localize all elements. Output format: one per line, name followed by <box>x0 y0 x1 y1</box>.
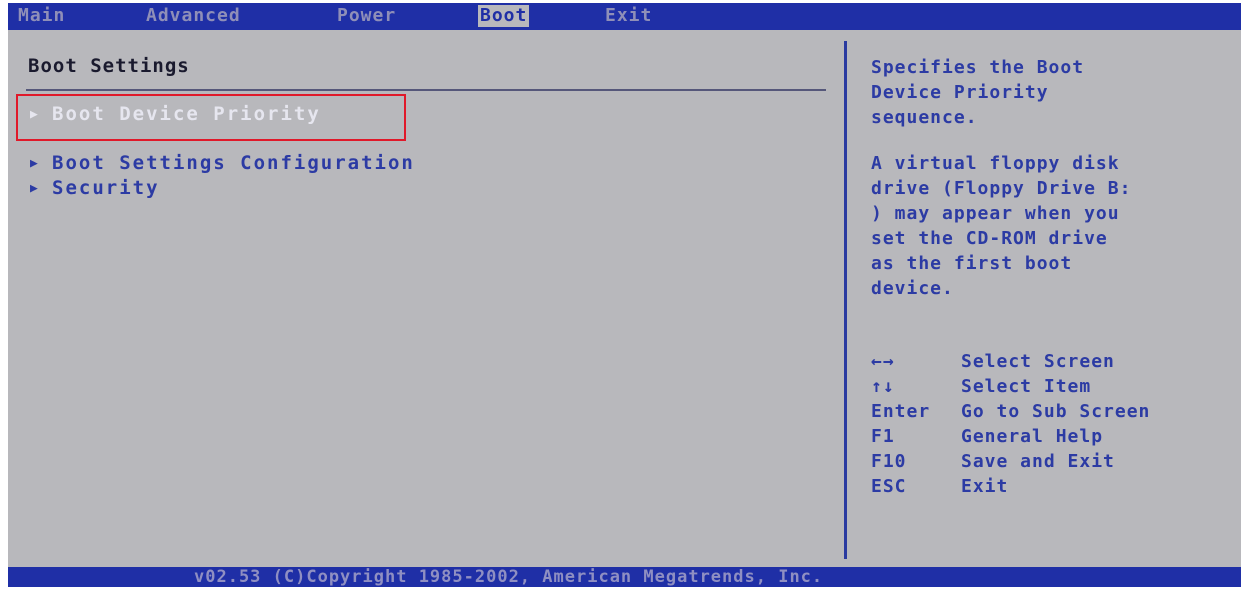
menu-exit[interactable]: Exit <box>605 5 652 27</box>
key-row: ←→ Select Screen <box>871 349 1150 374</box>
key-action: Exit <box>961 476 1009 497</box>
submenu-arrow-icon: ▶ <box>30 181 40 196</box>
option-label: Boot Settings Configuration <box>52 152 415 174</box>
key-row: Enter Go to Sub Screen <box>871 399 1150 424</box>
help-text-line: A virtual floppy disk <box>871 153 1120 174</box>
option-label: Boot Device Priority <box>52 103 321 125</box>
help-text-line: ) may appear when you <box>871 203 1120 224</box>
key-name: ↑↓ <box>871 376 895 397</box>
option-boot-device-priority[interactable]: ▶ Boot Device Priority <box>30 103 321 125</box>
help-text-line: device. <box>871 278 954 299</box>
page-title: Boot Settings <box>28 55 190 77</box>
key-action: General Help <box>961 426 1104 447</box>
key-legend: ←→ Select Screen ↑↓ Select Item Enter Go to… <box>871 349 1150 499</box>
help-text-line: sequence. <box>871 107 978 128</box>
key-row: ↑↓ Select Item <box>871 374 1150 399</box>
key-row: ESC Exit <box>871 474 1150 499</box>
menu-main[interactable]: Main <box>18 5 65 27</box>
panel-divider <box>844 41 847 559</box>
help-text-line: as the first boot <box>871 253 1073 274</box>
key-name: ←→ <box>871 351 895 372</box>
key-action: Select Screen <box>961 351 1115 372</box>
key-name: Enter <box>871 401 931 422</box>
option-label: Security <box>52 177 160 199</box>
submenu-arrow-icon: ▶ <box>30 156 40 171</box>
key-name: F10 <box>871 451 907 472</box>
key-action: Go to Sub Screen <box>961 401 1151 422</box>
key-row: F10 Save and Exit <box>871 449 1150 474</box>
help-text-line: Specifies the Boot <box>871 57 1085 78</box>
submenu-arrow-icon: ▶ <box>30 107 40 122</box>
help-description: Specifies the Boot Device Priority seque… <box>871 55 1084 130</box>
option-security[interactable]: ▶ Security <box>30 177 160 199</box>
menu-advanced[interactable]: Advanced <box>146 5 241 27</box>
key-action: Save and Exit <box>961 451 1115 472</box>
footer-bar: v02.53 (C)Copyright 1985-2002, American … <box>8 567 1241 587</box>
key-name: F1 <box>871 426 895 447</box>
title-separator <box>26 89 826 91</box>
help-text-line: Device Priority <box>871 82 1049 103</box>
menu-bar: Main Advanced Power Boot Exit <box>8 3 1241 30</box>
menu-power[interactable]: Power <box>337 5 396 27</box>
key-action: Select Item <box>961 376 1092 397</box>
bios-screen: Main Advanced Power Boot Exit Boot Setti… <box>8 3 1241 587</box>
copyright-text: v02.53 (C)Copyright 1985-2002, American … <box>194 567 824 587</box>
help-text-line: drive (Floppy Drive B: <box>871 178 1132 199</box>
key-row: F1 General Help <box>871 424 1150 449</box>
key-name: ESC <box>871 476 907 497</box>
option-boot-settings-configuration[interactable]: ▶ Boot Settings Configuration <box>30 152 415 174</box>
help-note: A virtual floppy disk drive (Floppy Driv… <box>871 151 1131 301</box>
menu-boot[interactable]: Boot <box>478 5 530 27</box>
help-text-line: set the CD-ROM drive <box>871 228 1108 249</box>
